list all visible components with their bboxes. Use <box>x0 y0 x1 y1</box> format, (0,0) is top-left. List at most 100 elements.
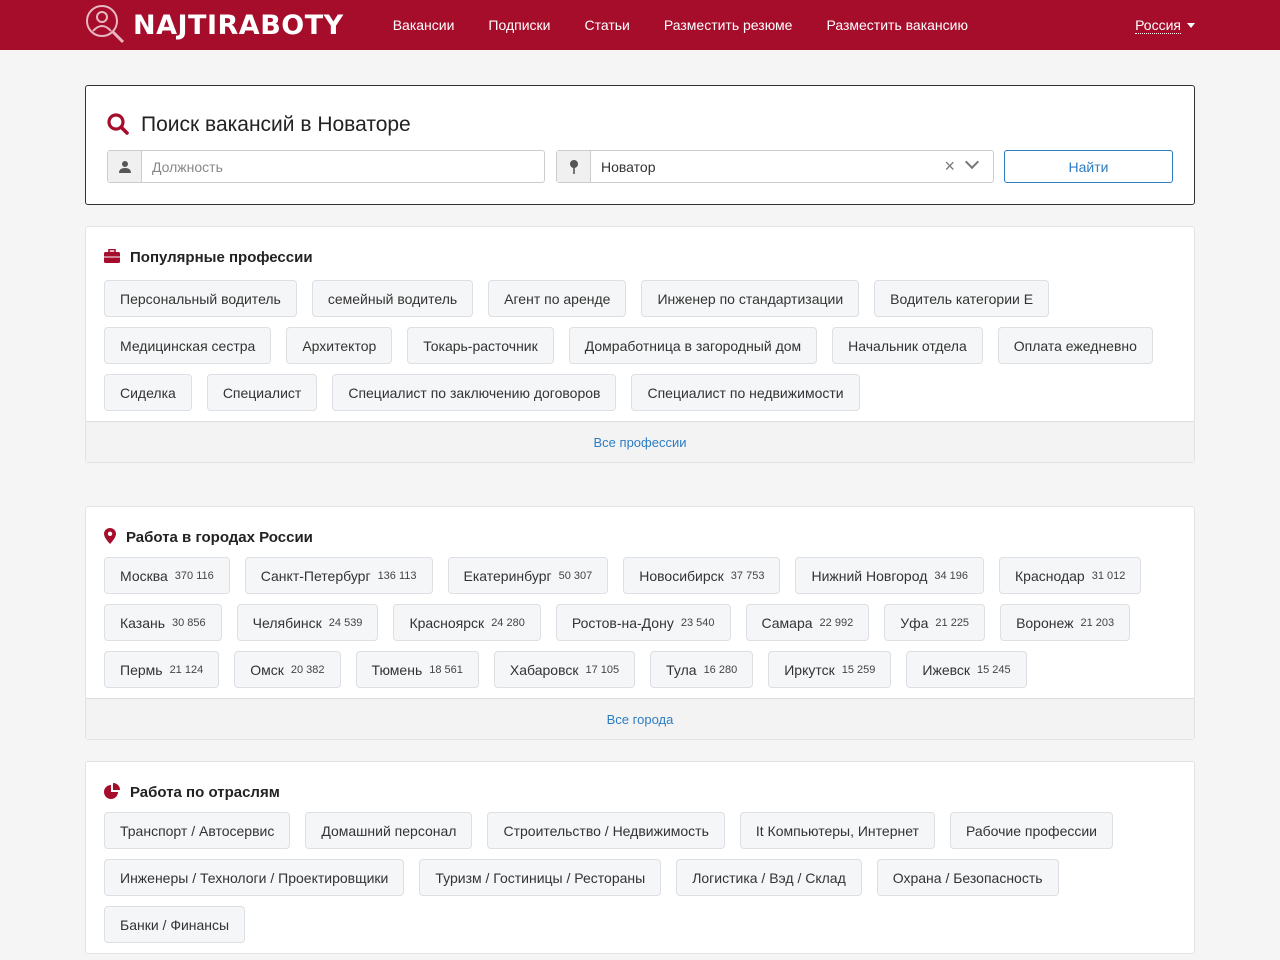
city-tag[interactable]: Челябинск 24 539 <box>236 604 379 641</box>
clear-icon[interactable]: × <box>944 156 955 177</box>
professions-panel: Популярные профессии Персональный водите… <box>85 226 1195 463</box>
nav-link-post-vacancy[interactable]: Разместить вакансию <box>826 17 968 33</box>
map-pin-icon <box>557 151 591 182</box>
profession-tag[interactable]: Агент по аренде <box>488 280 627 317</box>
profession-tag[interactable]: Инженер по стандартизации <box>641 280 860 317</box>
city-tag[interactable]: Воронеж 21 203 <box>1000 604 1131 641</box>
city-count: 37 753 <box>730 569 765 582</box>
city-count: 30 856 <box>172 616 206 629</box>
professions-title: Популярные профессии <box>130 248 313 266</box>
nav-link-subscriptions[interactable]: Подписки <box>488 17 550 33</box>
profession-tag[interactable]: Сиделка <box>104 374 192 411</box>
city-name: Тюмень <box>371 661 423 678</box>
profession-tag[interactable]: Домработница в загородный дом <box>568 327 818 364</box>
industries-list: Транспорт / Автосервис Домашний персонал… <box>86 808 1194 953</box>
industry-tag[interactable]: Рабочие профессии <box>949 812 1113 849</box>
city-count: 20 382 <box>290 663 325 676</box>
city-name: Иркутск <box>784 661 835 678</box>
city-name: Санкт-Петербург <box>260 567 371 584</box>
city-name: Ижевск <box>922 661 971 678</box>
search-box: Поиск вакансий в Новаторе Должность Нова… <box>85 85 1195 205</box>
city-count: 21 203 <box>1080 616 1115 629</box>
nav-link-vacancies[interactable]: Вакансии <box>393 17 455 33</box>
site-logo[interactable]: NAJTIRABOTY <box>85 0 344 50</box>
industry-tag[interactable]: Строительство / Недвижимость <box>487 812 725 849</box>
nav-link-post-resume[interactable]: Разместить резюме <box>664 17 793 33</box>
city-count: 136 113 <box>377 569 417 582</box>
nav-link-articles[interactable]: Статьи <box>584 17 629 33</box>
industries-title: Работа по отраслям <box>130 783 280 801</box>
professions-list: Персональный водитель семейный водитель … <box>86 273 1194 421</box>
city-tag[interactable]: Самара 22 992 <box>745 604 870 641</box>
top-navbar: NAJTIRABOTY Вакансии Подписки Статьи Раз… <box>0 0 1280 50</box>
city-select[interactable]: Новатор × <box>591 151 993 182</box>
industry-tag[interactable]: Банки / Финансы <box>104 906 246 943</box>
city-count: 15 245 <box>977 663 1011 676</box>
profession-tag[interactable]: Персональный водитель <box>104 280 297 317</box>
chevron-down-icon[interactable] <box>964 154 980 170</box>
industry-tag[interactable]: Туризм / Гостиницы / Рестораны <box>419 859 662 896</box>
city-tag[interactable]: Ростов-на-Дону 23 540 <box>555 604 731 641</box>
profession-tag[interactable]: Медицинская сестра <box>104 327 272 364</box>
city-tag[interactable]: Иркутск 15 259 <box>768 651 892 688</box>
cities-title: Работа в городах России <box>126 528 313 546</box>
city-tag[interactable]: Нижний Новгород 34 196 <box>795 557 985 594</box>
find-button[interactable]: Найти <box>1004 150 1173 183</box>
city-count: 31 012 <box>1091 569 1126 582</box>
profession-tag[interactable]: Токарь-расточник <box>407 327 554 364</box>
city-tag[interactable]: Москва 370 116 <box>104 557 230 594</box>
all-professions-link[interactable]: Все профессии <box>86 421 1194 462</box>
city-value: Новатор <box>601 158 656 175</box>
city-name: Омск <box>250 661 284 678</box>
profession-tag[interactable]: Оплата ежедневно <box>997 327 1153 364</box>
position-input[interactable] <box>142 151 542 182</box>
industry-tag[interactable]: Домашний персонал <box>305 812 473 849</box>
city-count: 34 196 <box>934 569 969 582</box>
city-input-group: Новатор × <box>556 150 994 183</box>
profession-tag[interactable]: семейный водитель <box>311 280 474 317</box>
position-input-group <box>107 150 545 183</box>
city-tag[interactable]: Омск 20 382 <box>234 651 341 688</box>
city-tag[interactable]: Краснодар 31 012 <box>999 557 1142 594</box>
city-count: 21 225 <box>935 616 970 629</box>
city-name: Пермь <box>120 661 163 678</box>
region-label: Россия <box>1135 16 1181 34</box>
profession-tag[interactable]: Архитектор <box>286 327 393 364</box>
city-name: Краснодар <box>1015 567 1085 584</box>
city-tag[interactable]: Тюмень 18 561 <box>355 651 479 688</box>
city-tag[interactable]: Пермь 21 124 <box>104 651 220 688</box>
industries-panel: Работа по отраслям Транспорт / Автосерви… <box>85 761 1195 954</box>
caret-down-icon <box>1187 22 1195 28</box>
city-name: Москва <box>120 567 168 584</box>
profession-tag[interactable]: Водитель категории Е <box>874 280 1050 317</box>
all-cities-link[interactable]: Все города <box>86 698 1194 739</box>
profession-tag[interactable]: Специалист по недвижимости <box>631 374 860 411</box>
city-tag[interactable]: Ижевск 15 245 <box>906 651 1027 688</box>
city-count: 22 992 <box>819 616 854 629</box>
city-name: Казань <box>120 614 166 631</box>
industry-tag[interactable]: Логистика / Вэд / Склад <box>676 859 862 896</box>
city-tag[interactable]: Екатеринбург 50 307 <box>447 557 609 594</box>
industry-tag[interactable]: Инженеры / Технологи / Проектировщики <box>104 859 405 896</box>
logo-text: NAJTIRABOTY <box>133 9 344 41</box>
city-count: 18 561 <box>429 663 463 676</box>
city-tag[interactable]: Казань 30 856 <box>104 604 222 641</box>
city-count: 23 540 <box>680 616 715 629</box>
city-name: Уфа <box>900 614 929 631</box>
industry-tag[interactable]: It Компьютеры, Интернет <box>739 812 935 849</box>
city-tag[interactable]: Санкт-Петербург 136 113 <box>244 557 433 594</box>
city-tag[interactable]: Хабаровск 17 105 <box>493 651 636 688</box>
industry-tag[interactable]: Охрана / Безопасность <box>876 859 1059 896</box>
city-name: Нижний Новгород <box>811 567 928 584</box>
region-selector[interactable]: Россия <box>1135 17 1195 34</box>
profession-tag[interactable]: Специалист по заключению договоров <box>332 374 617 411</box>
city-tag[interactable]: Уфа 21 225 <box>884 604 986 641</box>
profession-tag[interactable]: Начальник отдела <box>832 327 983 364</box>
cities-panel: Работа в городах России Москва 370 116 Са… <box>85 506 1195 740</box>
city-tag[interactable]: Тула 16 280 <box>650 651 754 688</box>
profession-tag[interactable]: Специалист <box>206 374 318 411</box>
city-tag[interactable]: Красноярск 24 280 <box>393 604 541 641</box>
industry-tag[interactable]: Транспорт / Автосервис <box>104 812 291 849</box>
city-tag[interactable]: Новосибирск 37 753 <box>623 557 781 594</box>
map-marker-icon <box>104 527 116 547</box>
